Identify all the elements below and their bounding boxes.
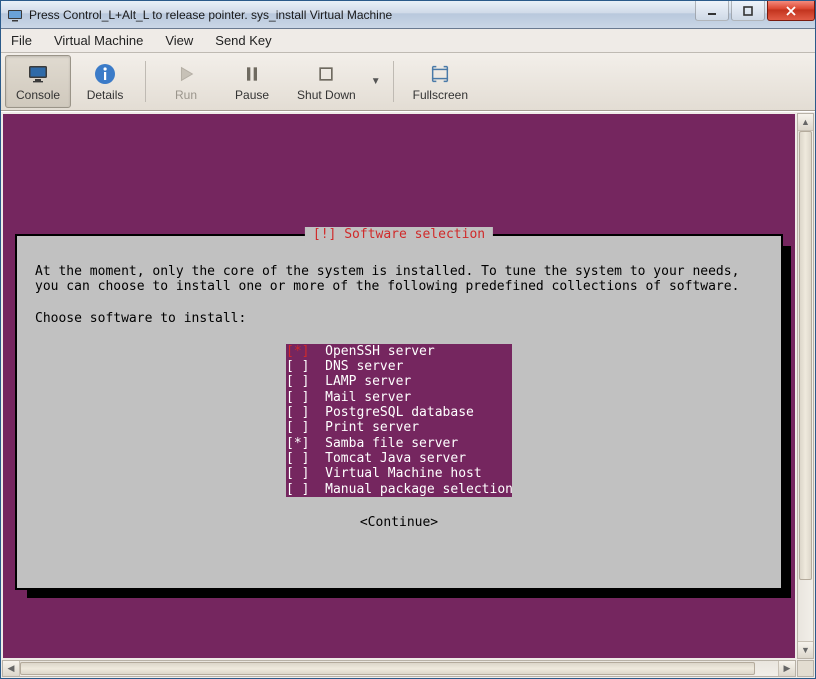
- scroll-right-arrow[interactable]: ▶: [778, 661, 795, 676]
- menu-send-key[interactable]: Send Key: [211, 31, 275, 50]
- dialog-intro-text: At the moment, only the core of the syst…: [35, 264, 763, 295]
- software-item[interactable]: [ ] Mail server: [286, 390, 512, 405]
- software-item[interactable]: [ ] DNS server: [286, 359, 512, 374]
- software-list[interactable]: [*] OpenSSH server[ ] DNS server[ ] LAMP…: [286, 344, 512, 497]
- window-titlebar: Press Control_L+Alt_L to release pointer…: [1, 1, 815, 29]
- vm-viewport-container: [!] Software selection At the moment, on…: [1, 111, 815, 678]
- software-item[interactable]: [ ] Manual package selection: [286, 482, 512, 497]
- scroll-thumb[interactable]: [20, 662, 755, 675]
- software-item[interactable]: [ ] Print server: [286, 420, 512, 435]
- installer-dialog: [!] Software selection At the moment, on…: [15, 234, 783, 590]
- stop-icon: [314, 62, 338, 86]
- toolbar-label: Details: [87, 88, 124, 102]
- scroll-down-arrow[interactable]: ▼: [798, 641, 813, 658]
- scroll-left-arrow[interactable]: ◀: [3, 661, 20, 676]
- software-item[interactable]: [*] Samba file server: [286, 436, 512, 451]
- maximize-button[interactable]: [731, 1, 765, 21]
- toolbar-separator: [393, 61, 394, 102]
- dialog-panel: [!] Software selection At the moment, on…: [15, 234, 783, 590]
- software-item[interactable]: [ ] Tomcat Java server: [286, 451, 512, 466]
- continue-button[interactable]: <Continue>: [35, 515, 763, 530]
- toolbar-label: Shut Down: [297, 88, 356, 102]
- minimize-button[interactable]: [695, 1, 729, 21]
- toolbar-label: Console: [16, 88, 60, 102]
- menubar: File Virtual Machine View Send Key: [1, 29, 815, 53]
- monitor-icon: [26, 62, 50, 86]
- fullscreen-button[interactable]: Fullscreen: [402, 55, 479, 108]
- menu-virtual-machine[interactable]: Virtual Machine: [50, 31, 147, 50]
- software-item[interactable]: [ ] PostgreSQL database: [286, 405, 512, 420]
- toolbar-label: Pause: [235, 88, 269, 102]
- close-button[interactable]: [767, 1, 815, 21]
- toolbar-label: Run: [175, 88, 197, 102]
- info-icon: [93, 62, 117, 86]
- pause-icon: [240, 62, 264, 86]
- pause-button[interactable]: Pause: [220, 55, 284, 108]
- software-item[interactable]: [ ] Virtual Machine host: [286, 466, 512, 481]
- scroll-track[interactable]: [798, 131, 813, 641]
- menu-file[interactable]: File: [7, 31, 36, 50]
- run-button[interactable]: Run: [154, 55, 218, 108]
- shutdown-button[interactable]: Shut Down: [286, 59, 367, 105]
- dialog-prompt: Choose software to install:: [35, 311, 763, 326]
- toolbar-separator: [145, 61, 146, 102]
- scrollbar-corner: [797, 660, 814, 677]
- vertical-scrollbar[interactable]: ▲ ▼: [797, 113, 814, 659]
- shutdown-dropdown[interactable]: ▼: [367, 76, 385, 87]
- app-icon: [7, 7, 23, 23]
- scroll-up-arrow[interactable]: ▲: [798, 114, 813, 131]
- software-item[interactable]: [*] OpenSSH server: [286, 344, 512, 359]
- horizontal-scrollbar[interactable]: ◀ ▶: [2, 660, 796, 677]
- dialog-title: [!] Software selection: [305, 227, 493, 242]
- fullscreen-icon: [428, 62, 452, 86]
- details-button[interactable]: Details: [73, 55, 137, 108]
- console-button[interactable]: Console: [5, 55, 71, 108]
- scroll-thumb[interactable]: [799, 131, 812, 580]
- vm-screen[interactable]: [!] Software selection At the moment, on…: [3, 114, 795, 658]
- toolbar-label: Fullscreen: [413, 88, 468, 102]
- toolbar: Console Details Run Pause Shut Down ▼: [1, 53, 815, 111]
- menu-view[interactable]: View: [161, 31, 197, 50]
- window-title: Press Control_L+Alt_L to release pointer…: [29, 8, 811, 22]
- play-icon: [174, 62, 198, 86]
- software-item[interactable]: [ ] LAMP server: [286, 374, 512, 389]
- scroll-track[interactable]: [20, 661, 778, 676]
